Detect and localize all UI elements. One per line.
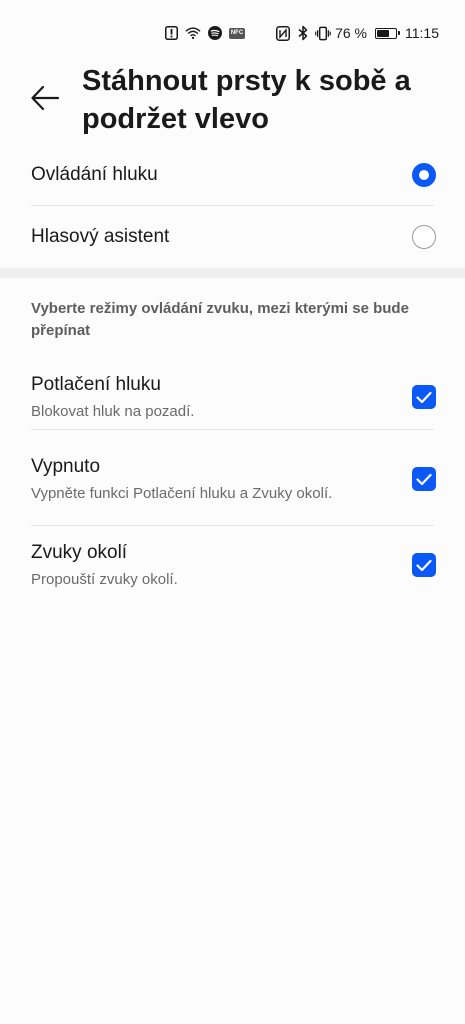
nfc-app-icon: NFC	[229, 27, 245, 39]
radio-option-voice-assistant[interactable]: Hlasový asistent	[31, 206, 436, 268]
wifi-icon	[185, 25, 201, 41]
back-button[interactable]	[22, 77, 68, 123]
vibrate-icon	[315, 25, 331, 41]
checkbox[interactable]	[412, 553, 436, 577]
screen: NFC 76 % 11:15 Stáhnout prsty k sobě a p…	[0, 0, 465, 1024]
divider	[31, 525, 434, 526]
radio-option-label: Hlasový asistent	[31, 226, 170, 247]
checkbox[interactable]	[412, 385, 436, 409]
divider	[31, 429, 434, 430]
battery-level-fill	[377, 29, 390, 37]
checkmark-icon	[416, 473, 432, 485]
mode-item-text: Vypnuto Vypněte funkci Potlačení hluku a…	[31, 454, 351, 504]
mode-item-noise-cancellation[interactable]: Potlačení hluku Blokovat hluk na pozadí.	[31, 366, 436, 428]
radio-option-noise-control[interactable]: Ovládání hluku	[31, 144, 436, 206]
arrow-left-icon	[30, 85, 60, 116]
clock: 11:15	[405, 25, 439, 41]
mode-item-title: Vypnuto	[31, 456, 101, 477]
battery-percent: 76 %	[335, 25, 367, 41]
bluetooth-icon	[295, 25, 311, 41]
mode-item-text: Zvuky okolí Propouští zvuky okolí.	[31, 540, 351, 590]
page-title: Stáhnout prsty k sobě a podržet vlevo	[82, 65, 411, 135]
status-right-icons: 76 % 11:15	[275, 25, 439, 41]
radio-button[interactable]	[412, 225, 436, 249]
checkmark-icon	[416, 391, 432, 403]
radio-option-label: Ovládání hluku	[31, 164, 158, 185]
section-description: Vyberte režimy ovládání zvuku, mezi kter…	[31, 300, 409, 339]
mode-item-off[interactable]: Vypnuto Vypněte funkci Potlačení hluku a…	[31, 440, 436, 518]
mode-item-ambient-sound[interactable]: Zvuky okolí Propouští zvuky okolí.	[31, 537, 436, 593]
battery-icon	[375, 27, 400, 39]
status-bar: NFC 76 % 11:15	[0, 0, 465, 60]
mode-item-subtitle: Propouští zvuky okolí.	[31, 571, 178, 588]
radio-button[interactable]	[412, 163, 436, 187]
nfc-icon	[275, 25, 291, 41]
checkbox[interactable]	[412, 467, 436, 491]
spotify-icon	[207, 25, 223, 41]
mode-item-title: Potlačení hluku	[31, 374, 161, 395]
alert-box-icon	[163, 25, 179, 41]
mode-item-title: Zvuky okolí	[31, 542, 128, 563]
mode-item-subtitle: Vypněte funkci Potlačení hluku a Zvuky o…	[31, 485, 333, 502]
checkmark-icon	[416, 559, 432, 571]
mode-item-subtitle: Blokovat hluk na pozadí.	[31, 403, 195, 420]
mode-item-text: Potlačení hluku Blokovat hluk na pozadí.	[31, 372, 351, 422]
section-separator	[0, 268, 465, 278]
status-left-icons: NFC	[163, 25, 245, 41]
